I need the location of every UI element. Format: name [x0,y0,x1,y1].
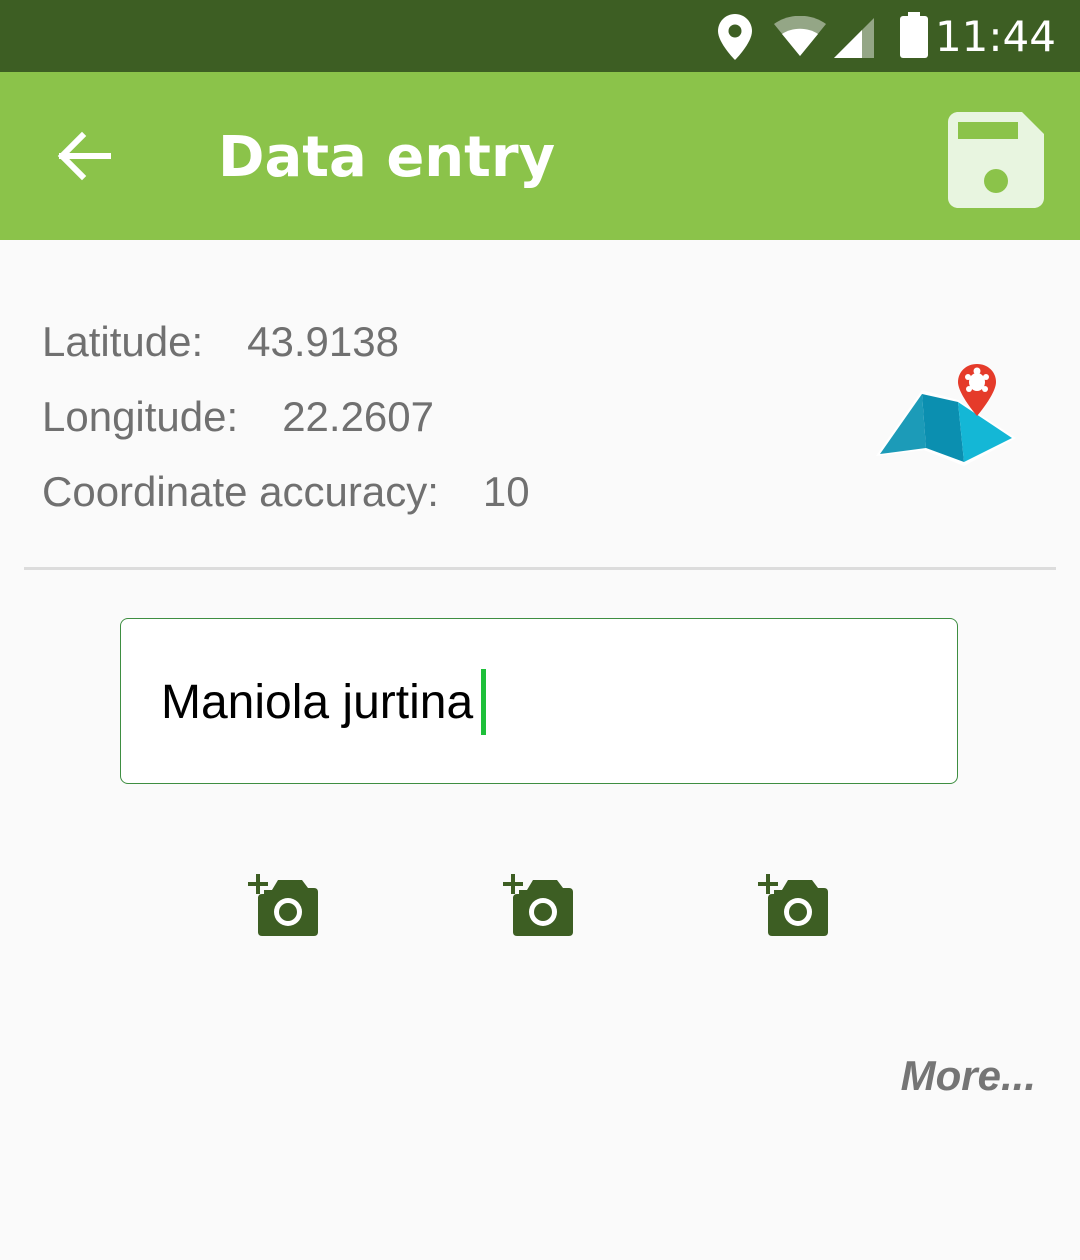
species-input[interactable] [161,667,901,737]
longitude-label: Longitude: [42,393,239,440]
wifi-icon [774,16,826,56]
latitude-label: Latitude: [42,318,204,365]
save-button[interactable] [948,112,1044,208]
longitude-value: 22.2607 [282,393,435,440]
status-bar: 11:44 [0,0,1080,72]
divider [24,567,1056,570]
add-photo-icon [758,874,828,936]
battery-icon [900,12,928,58]
arrow-left-icon [57,131,111,181]
latitude-row: Latitude: 43.9138 [42,312,530,387]
species-field[interactable] [120,618,958,784]
page-title: Data entry [218,125,556,190]
latitude-value: 43.9138 [247,318,399,365]
cell-signal-icon [834,18,874,58]
map-pin-turtle-icon [876,364,1016,466]
add-photo-button-1[interactable] [248,870,322,940]
longitude-row: Longitude: 22.2607 [42,387,530,462]
accuracy-label: Coordinate accuracy: [42,468,439,515]
accuracy-row: Coordinate accuracy: 10 [42,462,530,537]
add-photo-button-3[interactable] [758,870,832,940]
app-bar: Data entry [0,72,1080,240]
map-location-button[interactable] [872,360,1022,476]
back-button[interactable] [40,112,128,200]
add-photo-icon [248,874,318,936]
status-clock: 11:44 [934,12,1056,61]
accuracy-value: 10 [482,468,530,515]
coordinates-panel: Latitude: 43.9138 Longitude: 22.2607 Coord… [42,312,530,537]
text-cursor [481,669,486,735]
location-icon [718,14,752,60]
floppy-disk-icon [948,112,1044,208]
more-link[interactable]: More... [901,1052,1036,1100]
add-photo-icon [503,874,573,936]
add-photo-button-2[interactable] [503,870,577,940]
